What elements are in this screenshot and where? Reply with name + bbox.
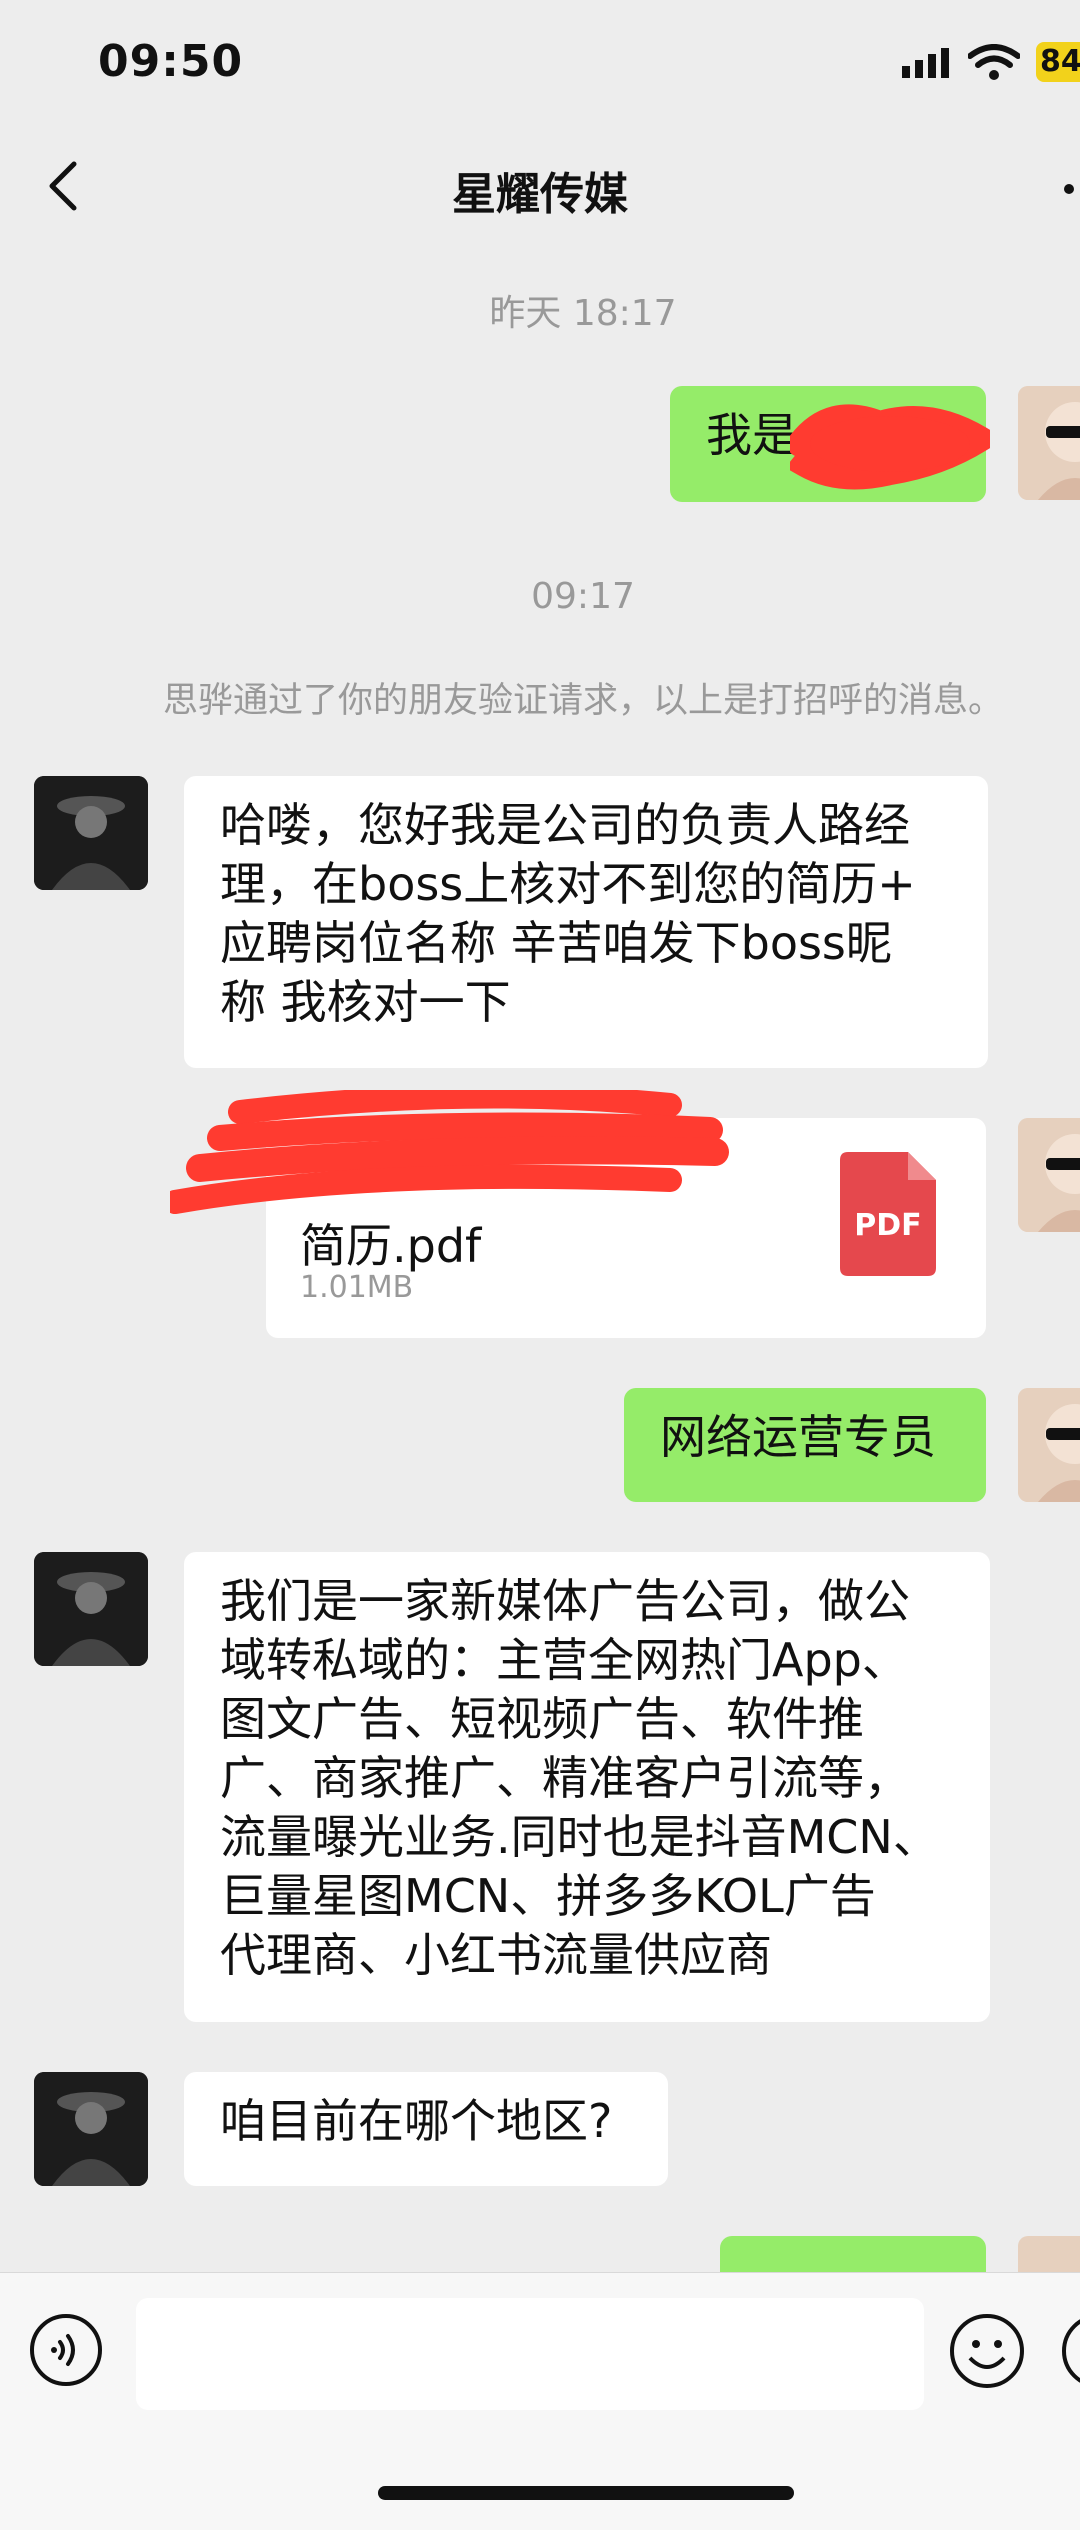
message-input[interactable] (136, 2298, 924, 2410)
more-icon[interactable] (1064, 184, 1074, 194)
message-bubble-outgoing-partial[interactable] (720, 2236, 986, 2276)
timestamp: 09:17 (531, 576, 635, 617)
plus-icon[interactable] (1060, 2312, 1080, 2390)
redaction-scribble (170, 1090, 729, 1214)
message-line: 广、商家推广、精准客户引流等， (220, 1751, 910, 1805)
message-text: 咱目前在哪个地区? (220, 2094, 613, 2148)
status-time: 09:50 (98, 36, 244, 87)
message-line: 我们是一家新媒体广告公司，做公 (220, 1574, 910, 1628)
message-bubble-incoming[interactable]: 哈喽，您好我是公司的负责人路经 理，在boss上核对不到您的简历+ 应聘岗位名称… (184, 776, 988, 1068)
timestamp: 昨天 18:17 (489, 293, 677, 334)
avatar[interactable] (1018, 386, 1080, 500)
message-text: 网络运营专员 (660, 1410, 936, 1464)
avatar[interactable] (34, 776, 148, 890)
pdf-icon: PDF (840, 1152, 936, 1276)
battery-icon: 84 (1036, 42, 1080, 82)
message-line: 图文广告、短视频广告、软件推 (220, 1692, 864, 1746)
avatar[interactable] (34, 1552, 148, 1666)
emoji-icon[interactable] (948, 2312, 1026, 2390)
file-size: 1.01MB (300, 1270, 414, 1305)
chat-title: 星耀传媒 (452, 169, 628, 220)
message-text: 我是 (706, 408, 798, 462)
message-line: 理，在boss上核对不到您的简历+ (220, 857, 916, 911)
system-notice: 思骅通过了你的朋友验证请求，以上是打招呼的消息。 (162, 681, 1003, 721)
avatar[interactable] (34, 2072, 148, 2186)
wifi-icon (968, 44, 1020, 80)
message-line: 称 我核对一下 (220, 975, 511, 1029)
home-indicator (378, 2486, 794, 2500)
message-line: 应聘岗位名称 辛苦咱发下boss昵 (220, 916, 892, 970)
avatar[interactable] (1018, 1388, 1080, 1502)
message-bubble-incoming[interactable]: 我们是一家新媒体广告公司，做公 域转私域的：主营全网热门App、 图文广告、短视… (184, 1552, 990, 2022)
message-line: 域转私域的：主营全网热门App、 (220, 1633, 908, 1687)
avatar[interactable] (1018, 2236, 1080, 2276)
message-line: 巨量星图MCN、拼多多KOL广告 (220, 1869, 876, 1923)
message-bubble-outgoing[interactable]: 网络运营专员 (624, 1388, 986, 1502)
pdf-badge: PDF (854, 1208, 922, 1243)
redaction-scribble (790, 404, 990, 490)
message-line: 流量曝光业务.同时也是抖音MCN、 (220, 1810, 939, 1864)
signal-icon (902, 48, 949, 78)
voice-icon[interactable] (28, 2312, 104, 2388)
message-line: 哈喽，您好我是公司的负责人路经 (220, 798, 910, 852)
message-line: 代理商、小红书流量供应商 (220, 1928, 772, 1982)
message-bubble-incoming[interactable]: 咱目前在哪个地区? (184, 2072, 668, 2186)
avatar[interactable] (1018, 1118, 1080, 1232)
